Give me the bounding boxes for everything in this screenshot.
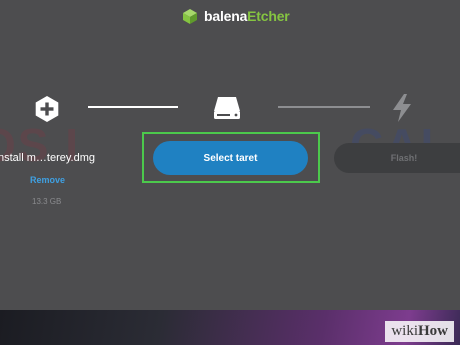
balena-cube-icon xyxy=(183,8,197,24)
selected-file-name: nstall m…terey.dmg xyxy=(0,152,95,164)
drive-icon[interactable] xyxy=(212,95,242,121)
plus-icon[interactable] xyxy=(34,96,60,122)
lightning-icon xyxy=(393,94,411,122)
step-connector-2 xyxy=(278,106,370,108)
flash-button[interactable]: Flash! xyxy=(334,143,460,173)
etcher-window: balenaEtcher OS I CAL nstall m…terey.dmg… xyxy=(0,0,460,310)
step-connector-1 xyxy=(88,106,178,108)
select-target-button[interactable]: Select taret xyxy=(153,141,308,175)
title-bar: balenaEtcher xyxy=(0,0,460,32)
desktop-background: wikiHow xyxy=(0,310,460,345)
app-logo: balenaEtcher xyxy=(182,7,290,25)
app-name: balenaEtcher xyxy=(204,8,290,24)
watermark: wikiHow xyxy=(385,321,454,342)
remove-link[interactable]: Remove xyxy=(30,175,65,185)
file-size: 13.3 GB xyxy=(32,197,62,206)
